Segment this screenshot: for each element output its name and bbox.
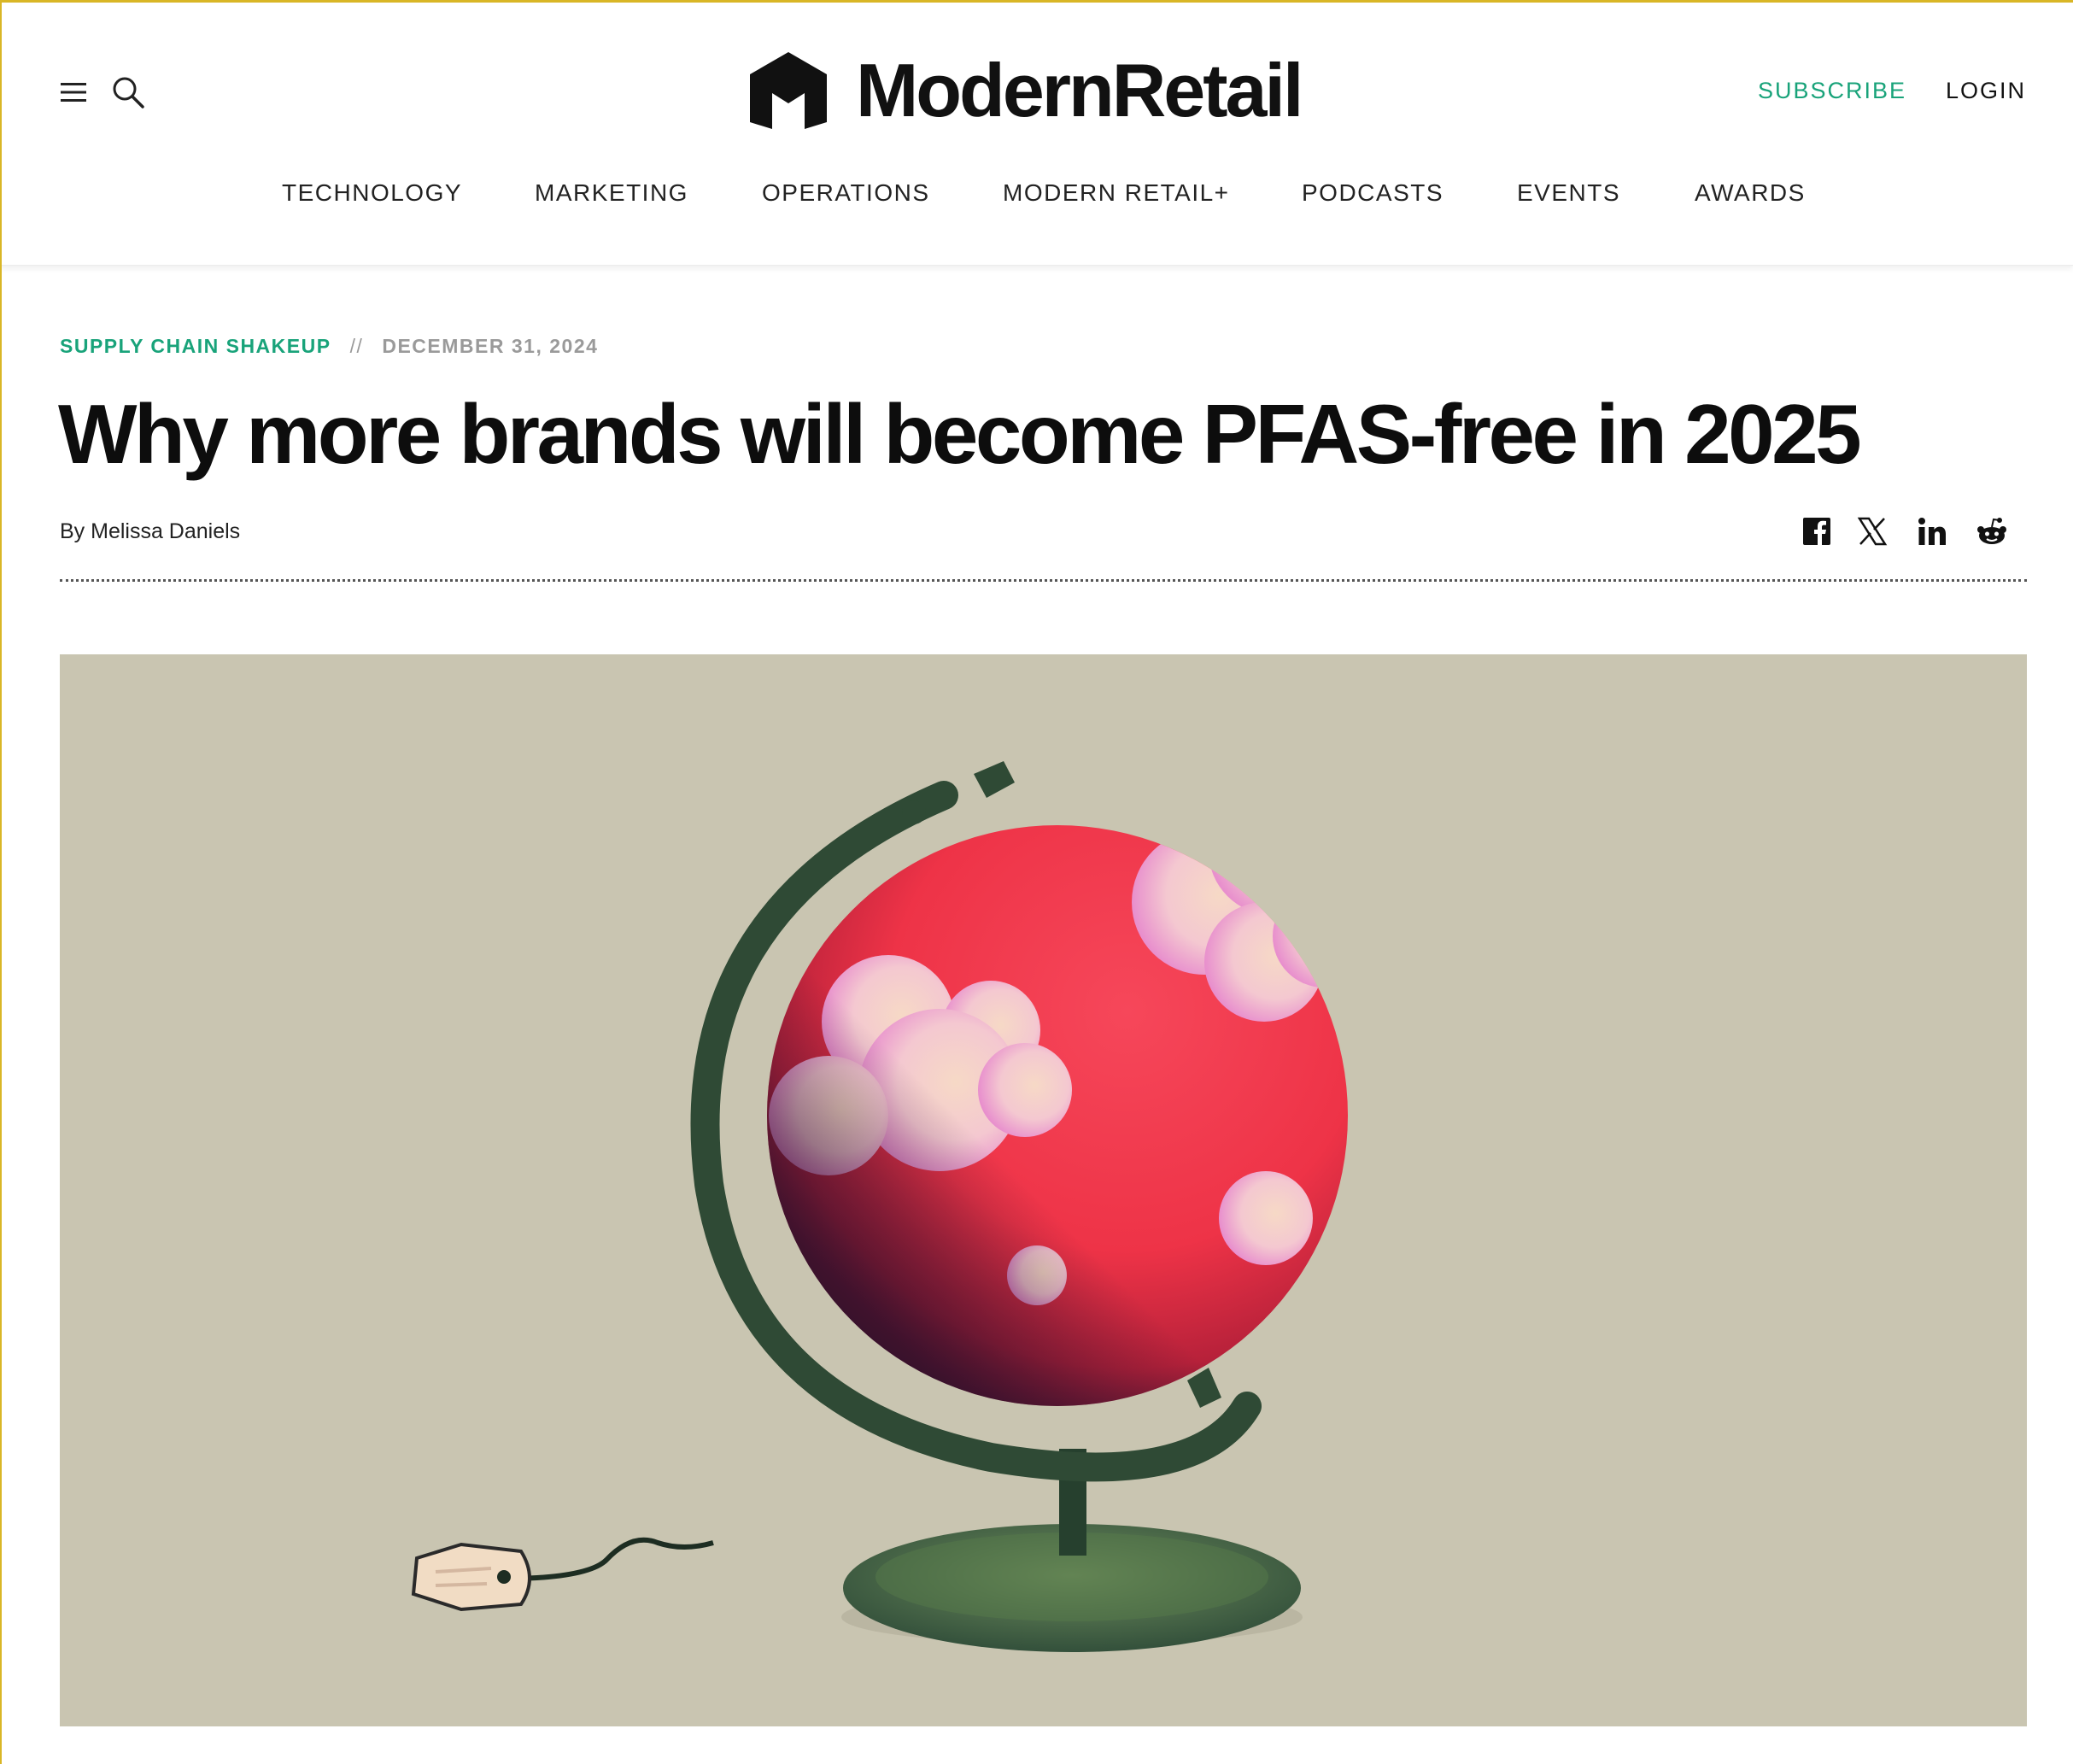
x-share-button[interactable]	[1855, 513, 1889, 550]
byline: By Melissa Daniels	[60, 519, 241, 543]
category-link[interactable]: SUPPLY CHAIN SHAKEUP	[60, 335, 331, 357]
reddit-icon	[1977, 518, 2006, 544]
main-nav: TECHNOLOGY MARKETING OPERATIONS MODERN R…	[0, 179, 2073, 214]
hero-illustration	[60, 654, 2027, 1726]
meta-separator: //	[349, 335, 364, 357]
x-icon	[1857, 517, 1888, 546]
modern-retail-logo-mark	[750, 52, 827, 129]
meta-divider	[60, 579, 2027, 582]
site-logo[interactable]: ModernRetail	[748, 48, 1303, 133]
search-icon[interactable]	[111, 75, 145, 109]
nav-item-awards[interactable]: AWARDS	[1695, 179, 1806, 207]
article-meta: SUPPLY CHAIN SHAKEUP // DECEMBER 31, 2024	[60, 335, 598, 358]
site-header: ModernRetail SUBSCRIBE LOGIN TECHNOLOGY …	[0, 0, 2073, 266]
subscribe-link[interactable]: SUBSCRIBE	[1758, 78, 1906, 104]
facebook-icon	[1803, 518, 1830, 545]
reddit-share-button[interactable]	[1973, 513, 2011, 550]
article-headline: Why more brands will become PFAS-free in…	[58, 387, 1862, 481]
nav-item-operations[interactable]: OPERATIONS	[762, 179, 930, 207]
linkedin-icon	[1918, 518, 1946, 545]
facebook-share-button[interactable]	[1800, 513, 1834, 550]
brand-name: ModernRetail	[856, 48, 1303, 132]
login-link[interactable]: LOGIN	[1946, 78, 2026, 104]
publish-date: DECEMBER 31, 2024	[382, 335, 599, 357]
nav-item-marketing[interactable]: MARKETING	[535, 179, 688, 207]
nav-item-modern-retail-plus[interactable]: MODERN RETAIL+	[1003, 179, 1230, 207]
nav-item-podcasts[interactable]: PODCASTS	[1302, 179, 1443, 207]
linkedin-share-button[interactable]	[1913, 513, 1951, 550]
nav-item-events[interactable]: EVENTS	[1517, 179, 1620, 207]
nav-item-technology[interactable]: TECHNOLOGY	[282, 179, 462, 207]
hamburger-menu-icon[interactable]	[60, 79, 87, 106]
